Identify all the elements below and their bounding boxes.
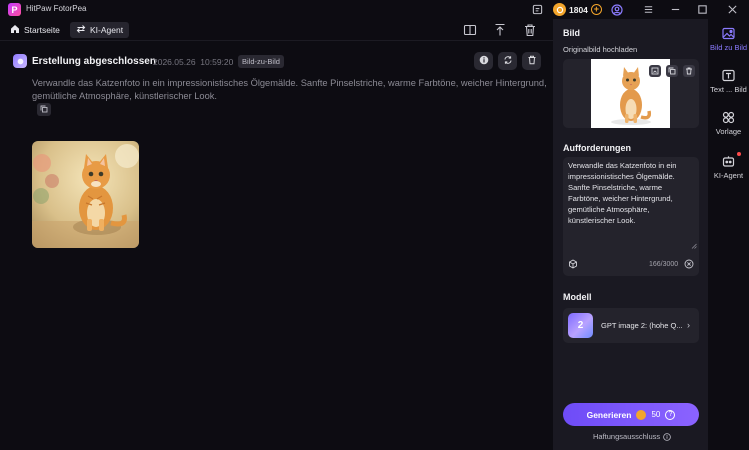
aufforderungen-section-title: Aufforderungen <box>563 143 631 153</box>
delete-result-button[interactable] <box>522 52 541 70</box>
app-title: HitPaw FotorPea <box>26 4 87 13</box>
image-icon <box>722 27 735 40</box>
ai-agent-avatar-icon <box>13 54 27 68</box>
rail-item-vorlage[interactable]: Vorlage <box>708 111 749 136</box>
tab-ki-agent-label: KI-Agent <box>90 25 124 35</box>
bild-section-title: Bild <box>563 28 580 38</box>
regenerate-icon <box>503 55 513 67</box>
rail-label: Bild zu Bild <box>709 43 748 52</box>
info-icon <box>479 55 489 67</box>
original-image-upload[interactable] <box>563 59 699 128</box>
rail-label: Text ... Bild <box>710 85 747 94</box>
close-icon[interactable] <box>726 3 739 16</box>
rail-label: KI-Agent <box>713 171 744 180</box>
rail-label: Vorlage <box>715 127 742 136</box>
generate-cost: 50 <box>651 410 661 419</box>
mode-badge: Bild-zu-Bild <box>238 55 284 68</box>
maximize-icon[interactable] <box>696 3 709 16</box>
minimize-icon[interactable] <box>669 3 682 16</box>
clear-prompt-icon[interactable] <box>684 259 694 269</box>
swap-icon <box>76 24 86 36</box>
prompt-char-count: 166/3000 <box>649 261 679 268</box>
disclaimer-label: Haftungsausschluss <box>593 432 661 441</box>
info-button[interactable] <box>474 52 493 70</box>
generate-label: Generieren <box>586 409 632 420</box>
coin-icon <box>636 409 647 420</box>
add-coins-icon[interactable]: + <box>590 4 602 15</box>
model-selector[interactable]: 2 GPT image 2: (hohe Q... › <box>563 308 699 343</box>
main-content: Erstellung abgeschlossen 2026.05.26 10:5… <box>0 42 553 450</box>
tab-home-label: Startseite <box>24 25 60 35</box>
cost-info-icon[interactable]: ? <box>665 409 676 420</box>
account-icon[interactable] <box>610 3 623 16</box>
right-rail: Bild zu Bild Text ... Bild Vorlage KI-Ag… <box>708 19 749 450</box>
regenerate-button[interactable] <box>498 52 517 70</box>
ai-agent-icon <box>722 156 735 167</box>
copy-icon <box>40 105 48 115</box>
generate-button[interactable]: Generieren 50 ? <box>563 403 699 426</box>
result-timestamp: 2026.05.26 10:59:20 <box>153 57 234 67</box>
delete-icon <box>527 55 537 67</box>
feedback-icon[interactable] <box>531 3 544 16</box>
model-name: GPT image 2: (hohe Q... <box>601 321 683 330</box>
info-icon <box>663 432 671 441</box>
coin-count: 1804 <box>569 4 588 15</box>
upload-label: Originalbild hochladen <box>563 45 638 54</box>
settings-panel: Bild Originalbild hochladen Aufforderung… <box>553 19 708 450</box>
home-icon <box>10 24 20 36</box>
prompt-textarea-value[interactable]: Verwandle das Katzenfoto in ein impressi… <box>568 160 694 226</box>
rail-item-ki-agent[interactable]: KI-Agent <box>708 155 749 180</box>
rail-item-text-zu-bild[interactable]: Text ... Bild <box>708 69 749 94</box>
crop-icon[interactable] <box>649 65 661 77</box>
modell-section-title: Modell <box>563 292 592 302</box>
export-icon[interactable] <box>493 23 507 37</box>
trash-icon[interactable] <box>523 23 537 37</box>
title-bar: P HitPaw FotorPea 1804 + <box>0 0 749 19</box>
chevron-right-icon: › <box>687 320 690 330</box>
tab-ki-agent[interactable]: KI-Agent <box>70 22 130 38</box>
tab-bar: Startseite KI-Agent <box>0 19 553 41</box>
model-thumbnail: 2 <box>568 313 593 338</box>
remove-image-icon[interactable] <box>683 65 695 77</box>
result-title: Erstellung abgeschlossen <box>32 56 156 67</box>
tab-home[interactable]: Startseite <box>4 22 66 38</box>
menu-icon[interactable] <box>642 3 655 16</box>
resize-handle-icon[interactable] <box>691 243 697 249</box>
coin-icon <box>553 3 566 16</box>
prompt-text: Verwandle das Katzenfoto in ein impressi… <box>32 78 547 101</box>
app-logo: P <box>8 3 21 16</box>
compare-icon[interactable] <box>463 23 477 37</box>
notification-dot <box>737 152 741 156</box>
coin-balance[interactable]: 1804 + <box>553 2 602 17</box>
templates-icon <box>722 111 735 124</box>
text-to-image-icon <box>722 69 735 82</box>
rail-item-bild-zu-bild[interactable]: Bild zu Bild <box>708 27 749 52</box>
copy-image-icon[interactable] <box>666 65 678 77</box>
generated-painting-image[interactable] <box>32 141 139 248</box>
copy-prompt-button[interactable] <box>37 103 51 116</box>
prompt-textarea[interactable]: Verwandle das Katzenfoto in ein impressi… <box>563 157 699 276</box>
disclaimer-link[interactable]: Haftungsausschluss <box>593 432 671 441</box>
prompt-library-icon[interactable] <box>568 259 578 269</box>
